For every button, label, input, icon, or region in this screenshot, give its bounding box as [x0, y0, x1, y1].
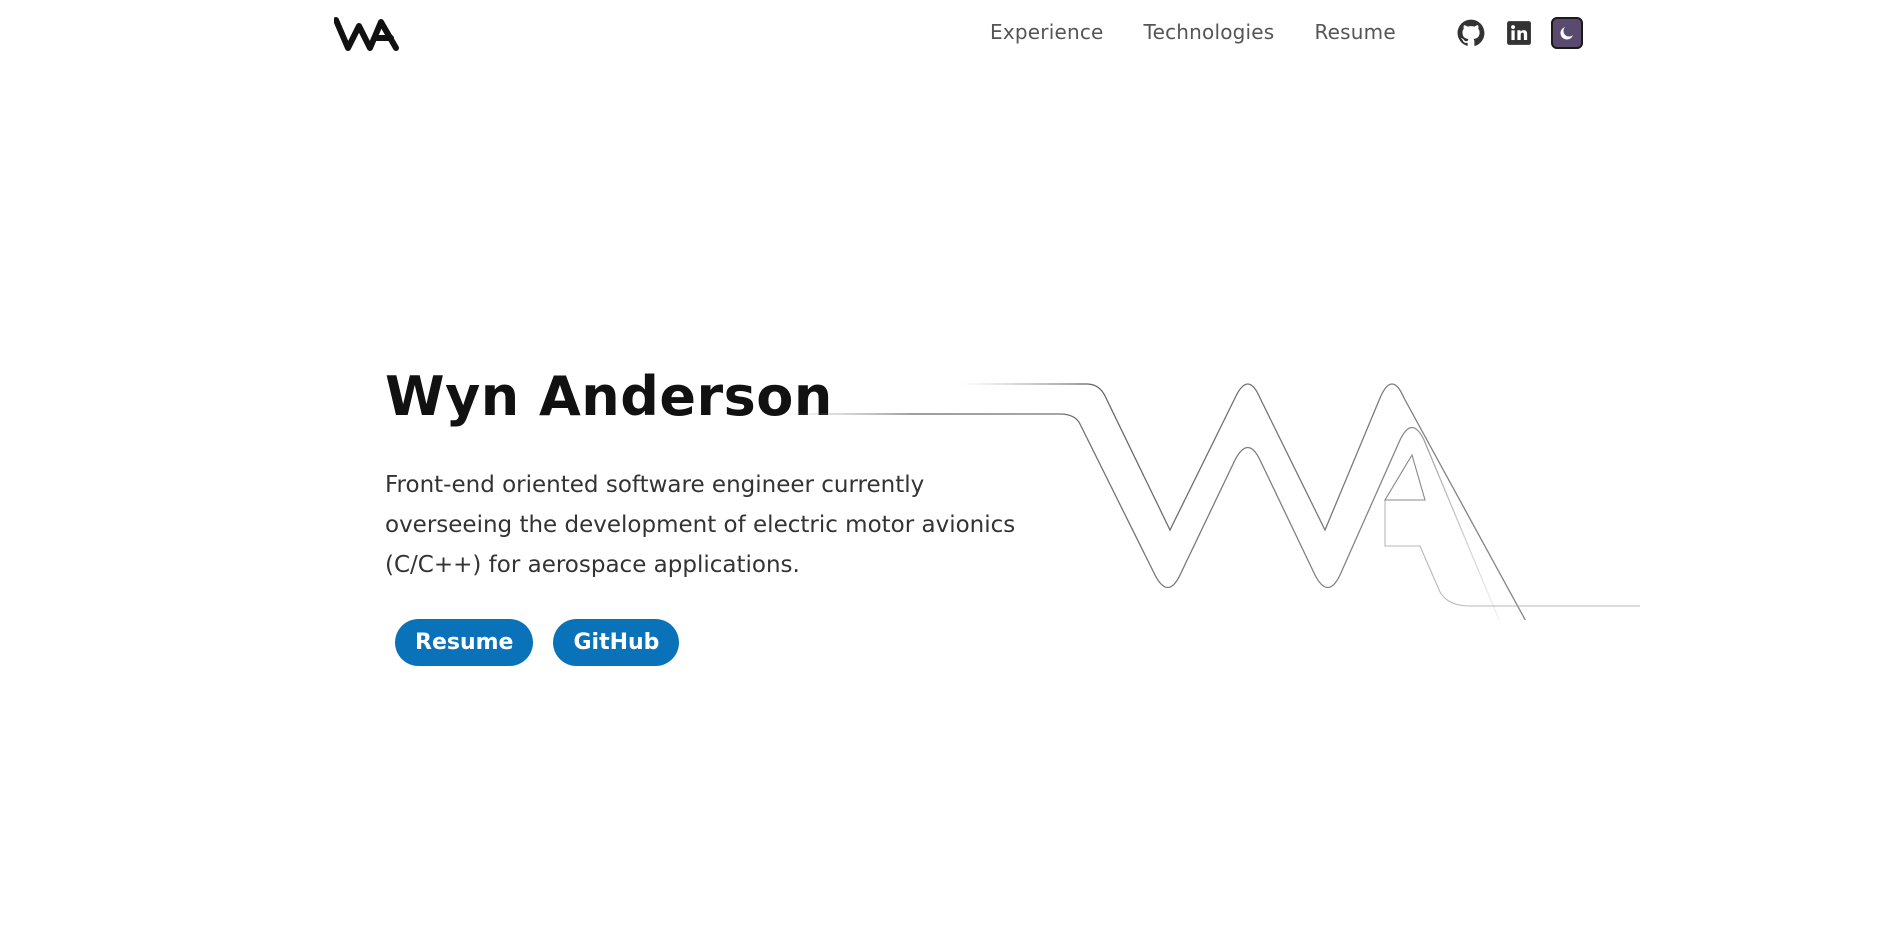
nav-experience[interactable]: Experience [990, 20, 1104, 44]
resume-button[interactable]: Resume [395, 619, 534, 666]
social-links [1455, 17, 1583, 49]
nav-technologies[interactable]: Technologies [1144, 20, 1275, 44]
site-header: Experience Technologies Resume [0, 0, 1902, 70]
github-icon[interactable] [1455, 17, 1487, 49]
hero-actions: Resume GitHub [395, 619, 680, 666]
logo-icon[interactable] [334, 16, 400, 52]
theme-toggle-button[interactable] [1551, 17, 1583, 49]
moon-icon [1560, 27, 1573, 40]
github-button[interactable]: GitHub [553, 619, 680, 666]
main-nav: Experience Technologies Resume [990, 20, 1396, 44]
hero-name: Wyn Anderson [385, 365, 833, 428]
nav-resume[interactable]: Resume [1314, 20, 1395, 44]
linkedin-icon[interactable] [1503, 17, 1535, 49]
wa-line-art [780, 383, 1640, 620]
